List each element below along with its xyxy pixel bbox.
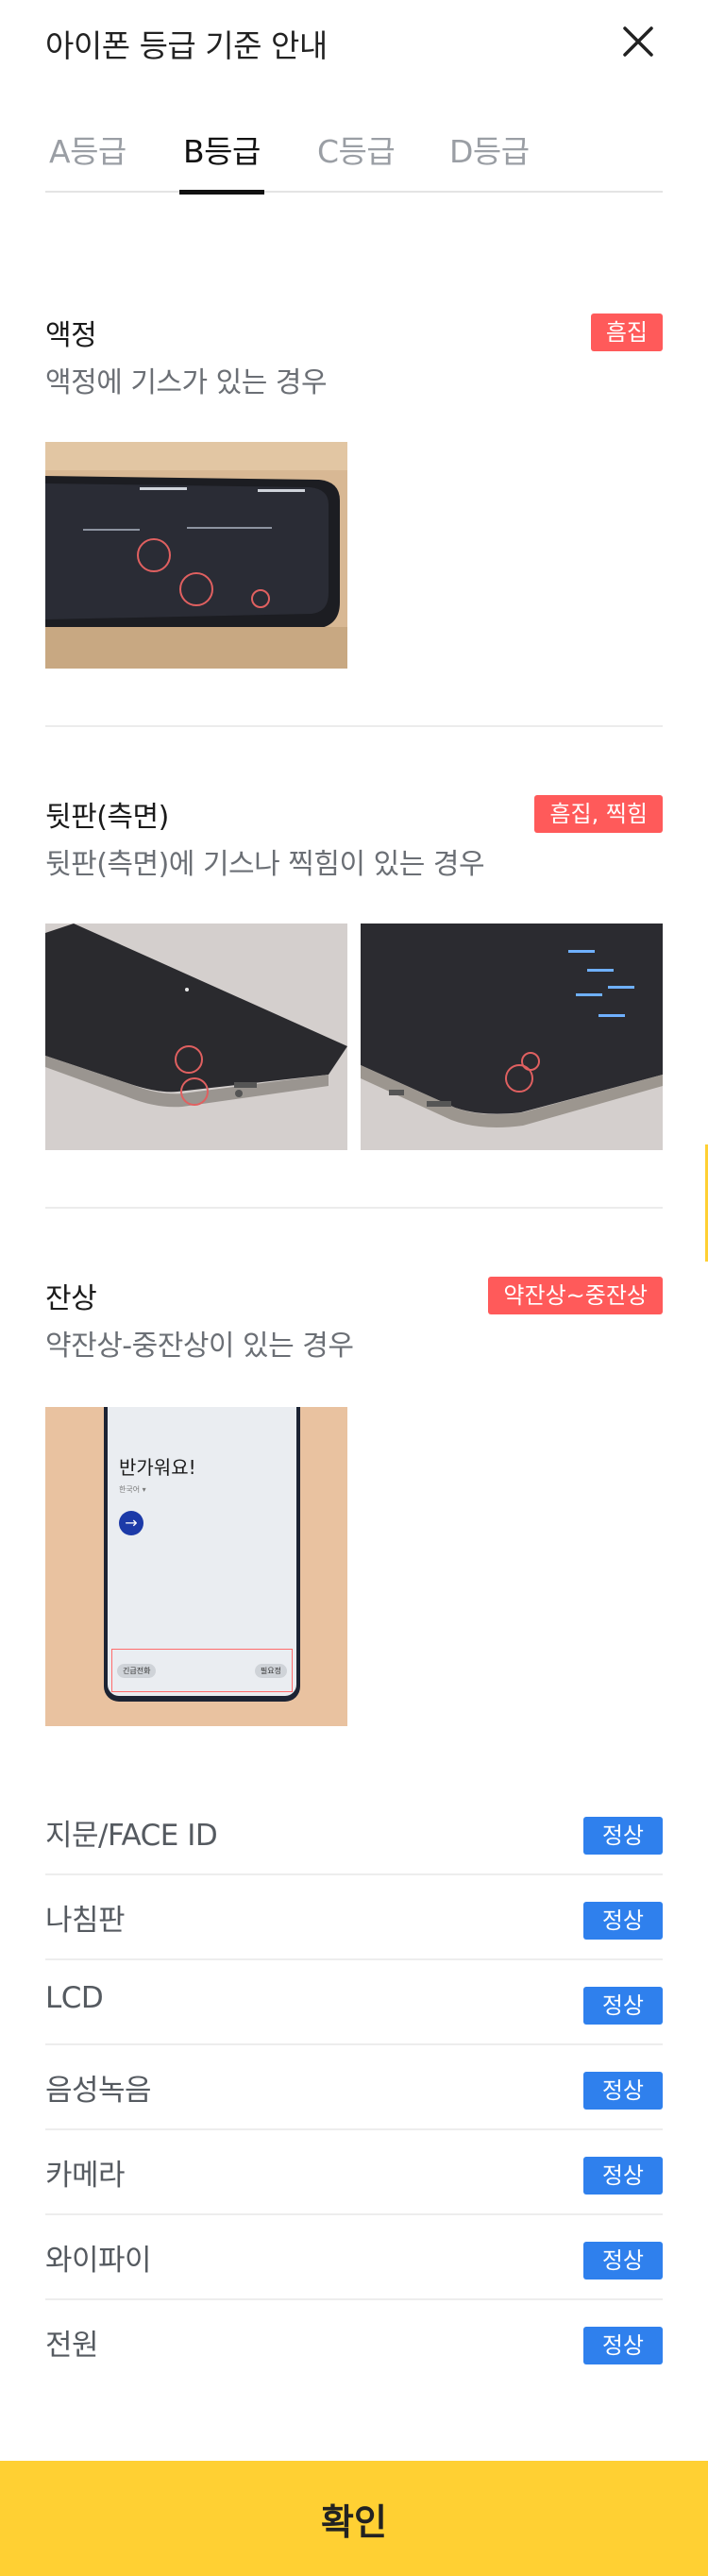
list-item: 전원 정상 [45, 2300, 663, 2385]
phone-right-button: 필요정 [254, 1664, 287, 1678]
list-item: 카메라 정상 [45, 2130, 663, 2215]
status-label: 나침판 [45, 1904, 126, 1938]
status-label: LCD [45, 1981, 104, 2015]
section-afterimage: 잔상 약잔상~중잔상 약잔상-중잔상이 있는 경우 반가워요! 한국어 ▾ → … [45, 1275, 663, 1728]
confirm-button[interactable]: 확인 [0, 2461, 708, 2576]
page-title: 아이폰 등급 기준 안내 [45, 27, 328, 64]
section-description: 액정에 기스가 있는 경우 [45, 366, 328, 399]
section-back-side: 뒷판(측면) 흠집, 찍힘 뒷판(측면)에 기스나 찍힘이 있는 경우 [45, 793, 663, 1171]
status-label: 와이파이 [45, 2244, 152, 2278]
list-item: 지문/FACE ID 정상 [45, 1790, 663, 1875]
screen-scratch-photo [45, 442, 347, 669]
close-icon[interactable] [619, 23, 657, 60]
phone-left-button: 긴급전화 [117, 1664, 157, 1678]
section-title: 뒷판(측면) [45, 801, 169, 834]
phone-greeting: 반가워요! [119, 1456, 196, 1479]
status-label: 전원 [45, 2329, 99, 2363]
status-badge: 정상 [582, 2072, 663, 2110]
afterimage-photo: 반가워요! 한국어 ▾ → 긴급전화 필요정 [45, 1407, 347, 1726]
status-badge: 정상 [582, 2242, 663, 2279]
list-item: 음성녹음 정상 [45, 2045, 663, 2130]
defect-badge: 흠집, 찍힘 [534, 795, 663, 833]
status-label: 지문/FACE ID [45, 1819, 218, 1853]
section-title: 액정 [45, 319, 97, 352]
section-title: 잔상 [45, 1282, 97, 1315]
side-dent-photo-2 [361, 924, 663, 1150]
status-list: 지문/FACE ID 정상 나침판 정상 LCD 정상 음성녹음 정상 카메라 … [45, 1790, 663, 2385]
section-divider [45, 725, 663, 727]
list-item: 와이파이 정상 [45, 2215, 663, 2300]
modal-header: 아이폰 등급 기준 안내 [45, 0, 663, 85]
phone-language: 한국어 ▾ [119, 1485, 146, 1494]
status-label: 음성녹음 [45, 2074, 152, 2108]
phone-screen: 반가워요! 한국어 ▾ → 긴급전화 필요정 [108, 1407, 296, 1696]
section-divider [45, 1207, 663, 1209]
tab-grade-a[interactable]: A등급 [49, 127, 126, 193]
section-description: 약잔상-중잔상이 있는 경우 [45, 1330, 354, 1363]
section-description: 뒷판(측면)에 기스나 찍힘이 있는 경우 [45, 848, 485, 881]
list-item: 나침판 정상 [45, 1875, 663, 1960]
tab-grade-b[interactable]: B등급 [179, 127, 264, 195]
status-badge: 정상 [582, 1987, 663, 2025]
grade-tabs: A등급 B등급 C등급 D등급 [45, 117, 663, 195]
section-screen: 액정 흠집 액정에 기스가 있는 경우 [45, 312, 663, 689]
side-dent-photo-1 [45, 924, 347, 1150]
tab-grade-d[interactable]: D등급 [449, 127, 530, 193]
defect-badge: 흠집 [590, 314, 663, 351]
status-badge: 정상 [582, 1817, 663, 1855]
status-badge: 정상 [582, 2157, 663, 2195]
list-item: LCD 정상 [45, 1960, 663, 2045]
status-badge: 정상 [582, 1902, 663, 1940]
tab-grade-c[interactable]: C등급 [317, 127, 396, 193]
defect-badge: 약잔상~중잔상 [488, 1277, 663, 1314]
status-label: 카메라 [45, 2159, 126, 2193]
status-badge: 정상 [582, 2327, 663, 2364]
arrow-right-icon: → [119, 1511, 143, 1535]
